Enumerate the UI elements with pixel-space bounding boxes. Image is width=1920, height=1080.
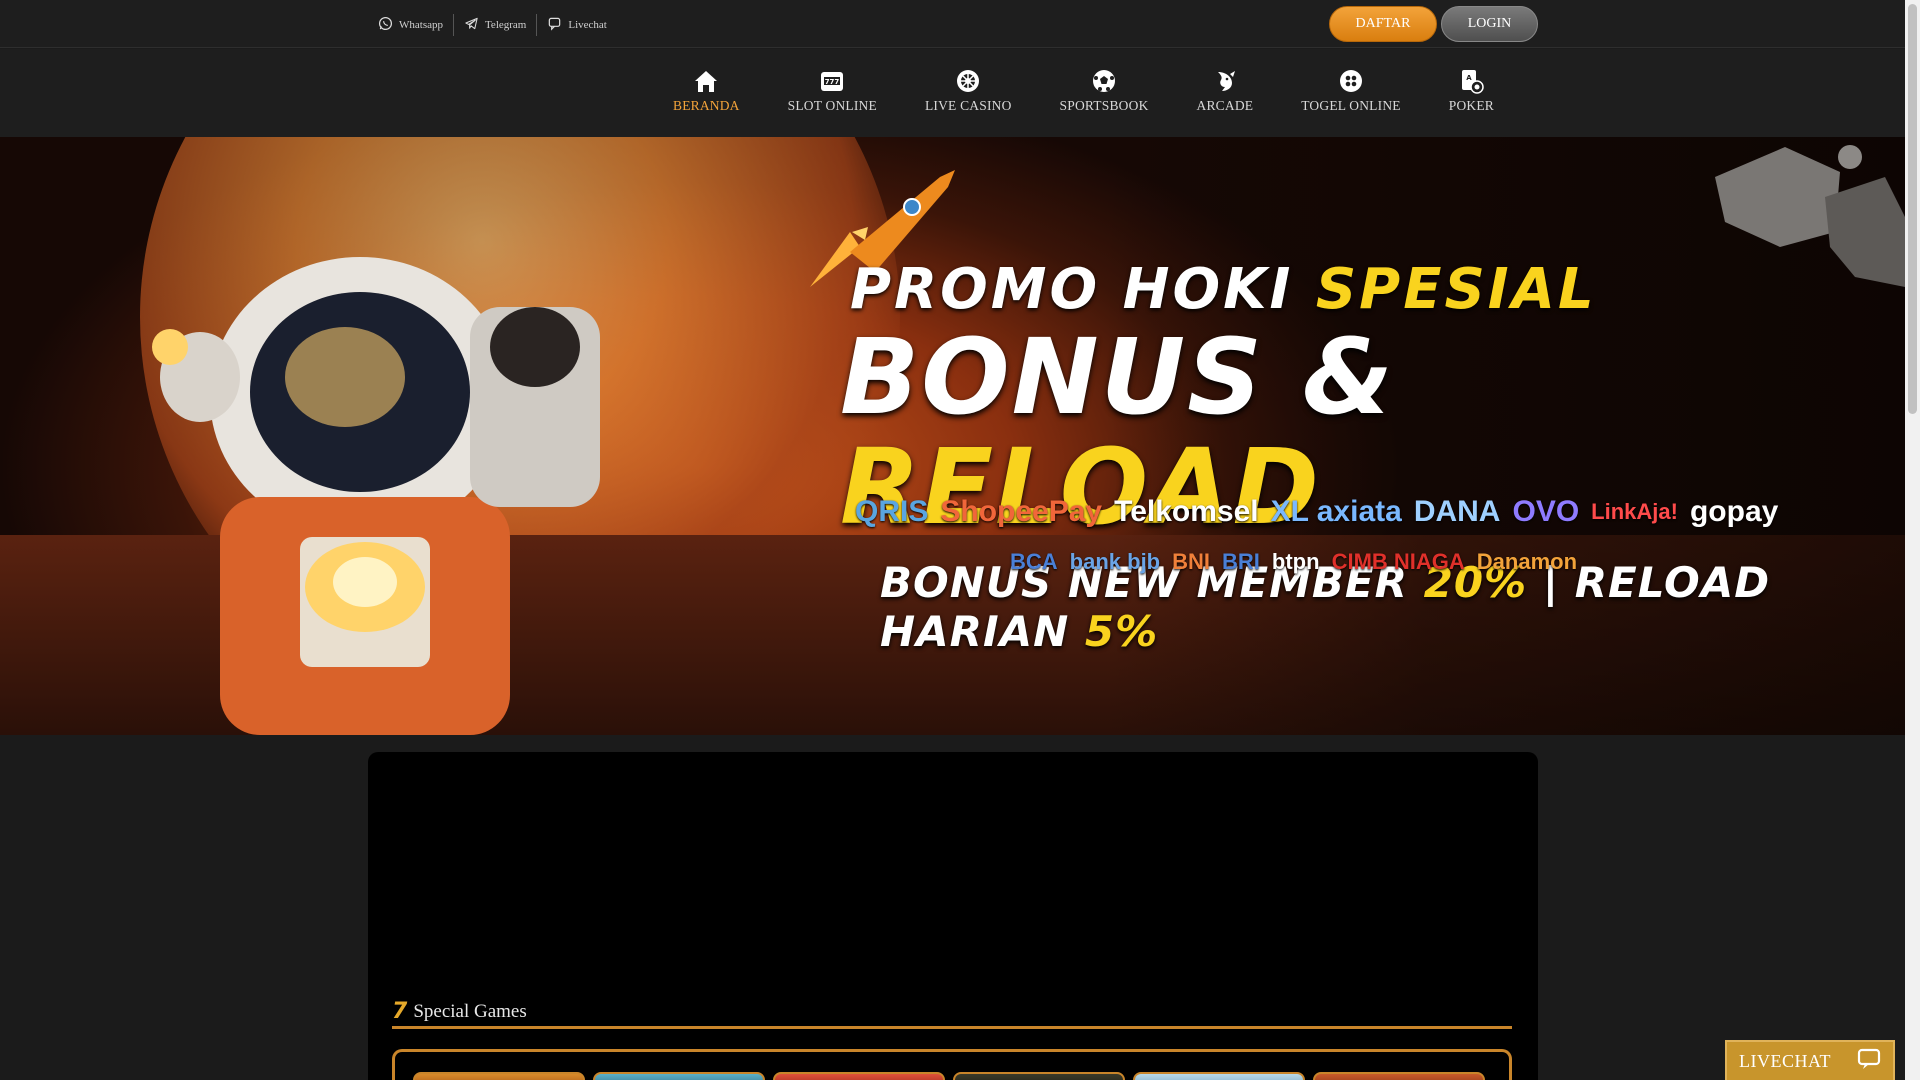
roulette-icon bbox=[954, 67, 982, 95]
home-icon bbox=[692, 67, 720, 95]
nav-item-arcade[interactable]: ARCADE bbox=[1173, 67, 1278, 114]
svg-text:A: A bbox=[1467, 74, 1473, 82]
payment-logo: DANA bbox=[1413, 495, 1501, 528]
nav-label: SPORTSBOOK bbox=[1059, 98, 1149, 113]
payment-logo: btpn bbox=[1271, 549, 1320, 574]
payment-logo: XL axiata bbox=[1270, 495, 1402, 528]
contact-links: Whatsapp Telegram Livechat bbox=[368, 14, 617, 36]
heading-divider bbox=[392, 1026, 1512, 1029]
game-card[interactable] bbox=[413, 1072, 585, 1080]
promo-line-2-b: RELOAD bbox=[840, 426, 1321, 548]
livechat-link[interactable]: Livechat bbox=[537, 14, 616, 36]
lottery-ball-icon bbox=[1337, 67, 1365, 95]
promo-line-1-a: PROMO HOKI bbox=[850, 257, 1294, 322]
livechat-label: Livechat bbox=[568, 19, 607, 31]
nav-item-beranda[interactable]: BERANDA bbox=[649, 67, 764, 114]
payment-logo: BRI bbox=[1222, 549, 1260, 574]
telegram-icon bbox=[464, 16, 479, 34]
payment-logo: QRIS bbox=[855, 495, 929, 528]
main-nav: BERANDA 777 SLOT ONLINE LIVE CASINO SPOR… bbox=[0, 49, 1905, 137]
payment-logo: BCA bbox=[1010, 549, 1058, 574]
livechat-widget-label: LIVECHAT bbox=[1739, 1050, 1831, 1071]
payment-logo: CIMB NIAGA bbox=[1331, 549, 1465, 574]
svg-text:777: 777 bbox=[825, 78, 840, 86]
nav-label: SLOT ONLINE bbox=[787, 98, 877, 113]
promo-line-2-a: BONUS & bbox=[840, 316, 1395, 438]
promo-line-1-b: SPESIAL bbox=[1315, 257, 1597, 322]
scrollbar-thumb[interactable] bbox=[1908, 4, 1917, 414]
payment-logo: OVO bbox=[1512, 495, 1580, 528]
seven-icon: 7 bbox=[392, 999, 408, 1024]
payment-logo: bank bjb bbox=[1069, 549, 1161, 574]
whatsapp-icon bbox=[378, 16, 393, 34]
game-card[interactable] bbox=[773, 1072, 945, 1080]
game-card[interactable] bbox=[593, 1072, 765, 1080]
payment-logo: LinkAja! bbox=[1591, 499, 1678, 524]
promo-text: PROMO HOKI SPESIAL BONUS & RELOAD BONUS … bbox=[840, 257, 1850, 656]
nav-label: POKER bbox=[1448, 98, 1494, 113]
game-card[interactable] bbox=[1313, 1072, 1485, 1080]
payment-logo: Telkomsel bbox=[1114, 495, 1259, 528]
telegram-link[interactable]: Telegram bbox=[454, 14, 538, 36]
special-games-heading: 7 Special Games bbox=[392, 999, 527, 1024]
whatsapp-link[interactable]: Whatsapp bbox=[368, 14, 454, 36]
nav-item-live-casino[interactable]: LIVE CASINO bbox=[901, 67, 1036, 114]
nav-label: BERANDA bbox=[672, 98, 740, 113]
nav-label: TOGEL ONLINE bbox=[1301, 98, 1401, 113]
payment-logo: ShopeePay bbox=[940, 495, 1103, 528]
daftar-button[interactable]: DAFTAR bbox=[1329, 6, 1437, 42]
special-games-title: Special Games bbox=[413, 1000, 527, 1022]
whatsapp-label: Whatsapp bbox=[399, 19, 443, 31]
astronaut-illustration bbox=[152, 257, 600, 735]
chat-bubble-icon bbox=[1857, 1048, 1883, 1075]
main-content: 7 Special Games bbox=[368, 752, 1538, 1080]
soccer-ball-icon bbox=[1090, 67, 1118, 95]
game-card[interactable] bbox=[953, 1072, 1125, 1080]
special-games-carousel bbox=[392, 1049, 1512, 1080]
fish-icon bbox=[1211, 67, 1239, 95]
slot-machine-icon: 777 bbox=[818, 67, 846, 95]
telegram-label: Telegram bbox=[484, 19, 527, 31]
auth-buttons: DAFTAR LOGIN bbox=[1329, 6, 1538, 42]
payment-logo: gopay bbox=[1689, 495, 1779, 528]
payment-logo: BNI bbox=[1172, 549, 1211, 574]
login-button[interactable]: LOGIN bbox=[1441, 6, 1538, 42]
promo-line-1: PROMO HOKI SPESIAL bbox=[850, 257, 1850, 322]
nav-item-poker[interactable]: A POKER bbox=[1425, 67, 1518, 114]
nav-item-slot-online[interactable]: 777 SLOT ONLINE bbox=[764, 67, 901, 114]
chat-icon bbox=[547, 16, 562, 34]
payment-logos-row-1: QRIS ShopeePay Telkomsel XL axiata DANA … bbox=[855, 495, 1778, 529]
nav-label: ARCADE bbox=[1196, 98, 1254, 113]
payment-logos-row-2: BCA bank bjb BNI BRI btpn CIMB NIAGA Dan… bbox=[1010, 549, 1577, 575]
game-card[interactable] bbox=[1133, 1072, 1305, 1080]
top-bar: Whatsapp Telegram Livechat DAFTAR LOGIN bbox=[0, 0, 1905, 48]
payment-logo: Danamon bbox=[1476, 549, 1578, 574]
nav-item-togel-online[interactable]: TOGEL ONLINE bbox=[1277, 67, 1425, 114]
promo-line-3-d: 5% bbox=[1084, 607, 1159, 656]
poker-chip-icon: A bbox=[1457, 67, 1485, 95]
nav-item-sportsbook[interactable]: SPORTSBOOK bbox=[1036, 67, 1173, 114]
promo-banner[interactable]: PROMO HOKI SPESIAL BONUS & RELOAD BONUS … bbox=[0, 137, 1905, 735]
nav-label: LIVE CASINO bbox=[924, 98, 1012, 113]
page-scrollbar[interactable] bbox=[1905, 0, 1920, 1080]
livechat-widget[interactable]: LIVECHAT bbox=[1725, 1040, 1895, 1080]
